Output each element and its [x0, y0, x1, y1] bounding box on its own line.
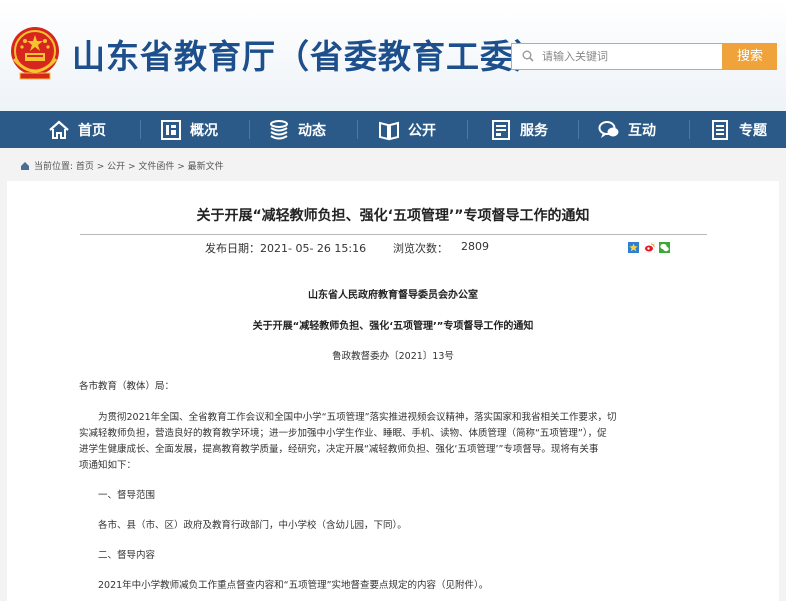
- nav-item-home[interactable]: 首页: [48, 111, 106, 148]
- nav-divider: [357, 120, 358, 139]
- breadcrumb: 当前位置: 首页 > 公开 > 文件函件 > 最新文件: [20, 159, 224, 172]
- paragraph-line: 项通知如下：: [79, 460, 137, 471]
- nav-label: 概况: [190, 122, 218, 139]
- nav-divider: [140, 120, 141, 139]
- nav-label: 首页: [78, 122, 106, 139]
- home-small-icon: [21, 161, 29, 170]
- overview-icon: [160, 119, 182, 141]
- nav-label: 动态: [298, 122, 326, 139]
- site-header: 山东省教育厅（省委教育工委） 搜索: [0, 0, 786, 111]
- issuer: 山东省人民政府教育督导委员会办公室: [308, 290, 478, 301]
- article-title: 关于开展“减轻教师负担、强化‘五项管理’”专项督导工作的通知: [196, 208, 590, 224]
- nav-label: 互动: [628, 122, 656, 139]
- inner-title: 关于开展“减轻教师负担、强化‘五项管理’”专项督导工作的通知: [252, 321, 534, 332]
- search-input[interactable]: [542, 44, 718, 69]
- paragraph-line: 实减轻教师负担，营造良好的教育教学环境；进一步加强中小学生作业、睡眠、手机、读物…: [79, 428, 607, 439]
- home-icon: [48, 119, 70, 141]
- nav-item-overview[interactable]: 概况: [160, 111, 218, 148]
- site-title[interactable]: 山东省教育厅（省委教育工委）: [72, 30, 548, 78]
- view-count: 浏览次数：: [393, 240, 448, 256]
- paragraph-line: 为贯彻2021年全国、全省教育工作会议和全国中小学“五项管理”落实推进视频会议精…: [98, 412, 617, 423]
- news-stack-icon: [268, 119, 290, 141]
- section-heading: 一、督导范围: [98, 490, 156, 501]
- share-wechat-icon[interactable]: [659, 242, 670, 253]
- share-weibo-icon[interactable]: [644, 242, 655, 253]
- view-count-label: 浏览次数：: [393, 242, 448, 255]
- salutation: 各市教育（教体）局：: [79, 381, 175, 392]
- nav-label: 服务: [520, 122, 548, 139]
- nav-label: 公开: [408, 122, 436, 139]
- nav-item-public[interactable]: 公开: [378, 111, 436, 148]
- search-box: [511, 43, 723, 70]
- publish-date: 发布日期：2021- 05- 26 15:16: [205, 240, 366, 256]
- nav-item-topic[interactable]: 专题: [709, 111, 767, 148]
- book-icon: [378, 119, 400, 141]
- service-doc-icon: [490, 119, 512, 141]
- view-count-value: 2809: [461, 240, 489, 253]
- nav-item-interact[interactable]: 互动: [598, 111, 656, 148]
- nav-divider: [467, 120, 468, 139]
- section-body: 2021年中小学教师减负工作重点督查内容和“五项管理”实地督查要点规定的内容（见…: [98, 580, 489, 591]
- share-favorite-icon[interactable]: [628, 242, 639, 253]
- nav-divider: [578, 120, 579, 139]
- section-heading: 二、督导内容: [98, 550, 156, 561]
- publish-date-value: 2021- 05- 26 15:16: [260, 242, 367, 255]
- topic-doc-icon: [709, 119, 731, 141]
- nav-divider: [249, 120, 250, 139]
- publish-date-label: 发布日期：: [205, 242, 260, 255]
- main-nav: 首页 概况 动态 公开 服务 互动 专题: [0, 111, 786, 148]
- search-icon: [522, 50, 534, 62]
- breadcrumb-text[interactable]: 当前位置: 首页 > 公开 > 文件函件 > 最新文件: [34, 159, 224, 172]
- section-body: 各市、县（市、区）政府及教育行政部门，中小学校（含幼儿园，下同）。: [98, 520, 407, 531]
- national-emblem-icon: [11, 27, 59, 80]
- title-divider: [80, 234, 707, 235]
- doc-number: 鲁政教督委办〔2021〕13号: [332, 351, 454, 362]
- article-panel: 关于开展“减轻教师负担、强化‘五项管理’”专项督导工作的通知 发布日期：2021…: [7, 181, 779, 601]
- nav-divider: [689, 120, 690, 139]
- search-button[interactable]: 搜索: [723, 43, 777, 70]
- nav-item-service[interactable]: 服务: [490, 111, 548, 148]
- nav-label: 专题: [739, 122, 767, 139]
- chat-icon: [598, 119, 620, 141]
- paragraph-line: 进学生健康成长、全面发展，提高教育教学质量，经研究，决定开展“减轻教师负担、强化…: [79, 444, 599, 455]
- nav-item-news[interactable]: 动态: [268, 111, 326, 148]
